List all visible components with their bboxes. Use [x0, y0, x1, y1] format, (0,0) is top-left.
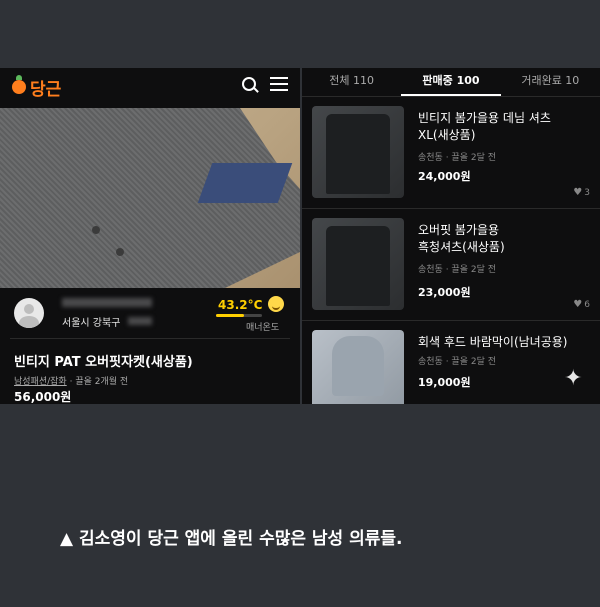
manner-temperature: 43.2°C: [218, 298, 263, 312]
item-thumbnail: [312, 218, 404, 310]
avatar[interactable]: [14, 298, 44, 328]
menu-icon[interactable]: [270, 77, 288, 91]
sales-tabs: 전체 110 판매중 100 거래완료 10: [302, 68, 600, 97]
product-title: 빈티지 PAT 오버핏자켓(새상품): [14, 355, 193, 370]
manner-temperature-bar: [216, 314, 262, 317]
product-detail-panel: 당근 서울시 강북구 43.2°C 매너온도 빈티지 PAT 오버핏자켓(새상품…: [0, 68, 300, 404]
app-logo[interactable]: 당근: [12, 75, 61, 100]
tab-all[interactable]: 전체 110: [302, 68, 401, 96]
blurred-dong: [128, 317, 152, 325]
item-title: 오버핏 봄가을용 흑청셔츠(새상품): [418, 223, 505, 254]
logo-text: 당근: [30, 79, 62, 100]
smile-face-icon: [268, 296, 284, 312]
search-icon[interactable]: [242, 77, 256, 91]
list-item[interactable]: 오버핏 봄가을용 흑청셔츠(새상품) 송천동 · 끌올 2달 전 23,000원…: [302, 210, 600, 321]
manner-label: 매너온도: [246, 323, 280, 333]
product-photo[interactable]: [0, 108, 300, 288]
item-price: 19,000원: [418, 376, 471, 389]
item-thumbnail: [312, 106, 404, 198]
tab-completed[interactable]: 거래완료 10: [501, 68, 600, 96]
item-title: 회색 후드 바람막이(남녀공용): [418, 335, 568, 349]
item-price: 23,000원: [418, 286, 471, 299]
item-thumbnail: [312, 330, 404, 404]
seller-location: 서울시 강북구: [62, 318, 121, 329]
item-likes: ♥ 3: [573, 187, 590, 198]
carrot-logo-icon: [12, 75, 26, 94]
divider: [10, 338, 290, 339]
sparkle-icon[interactable]: ✦: [564, 366, 582, 391]
blurred-nickname: [62, 298, 152, 307]
product-category[interactable]: 남성패션/잡화: [14, 377, 67, 387]
seller-info[interactable]: 서울시 강북구 43.2°C 매너온도: [0, 290, 300, 336]
list-item[interactable]: 회색 후드 바람막이(남녀공용) 송천동 · 끌올 2달 전 19,000원: [302, 322, 600, 404]
item-meta: 송천동 · 끌올 2달 전: [418, 153, 496, 163]
product-time: · 끌올 2개월 전: [69, 377, 129, 387]
tab-selling[interactable]: 판매중 100: [401, 68, 501, 96]
item-meta: 송천동 · 끌올 2달 전: [418, 265, 496, 275]
sales-list-panel: 전체 110 판매중 100 거래완료 10 빈티지 봄가을용 데님 셔츠 XL…: [302, 68, 600, 404]
item-meta: 송천동 · 끌올 2달 전: [418, 357, 496, 367]
item-title: 빈티지 봄가을용 데님 셔츠 XL(새상품): [418, 111, 551, 142]
image-caption: ▲ 김소영이 당근 앱에 올린 수많은 남성 의류들.: [60, 529, 403, 549]
product-meta: 남성패션/잡화 · 끌올 2개월 전: [14, 374, 128, 387]
item-likes: ♥ 6: [573, 299, 590, 310]
heart-icon: ♥: [573, 187, 583, 198]
top-bar: 당근: [0, 68, 300, 106]
product-price: 56,000원: [14, 390, 72, 404]
list-item[interactable]: 빈티지 봄가을용 데님 셔츠 XL(새상품) 송천동 · 끌올 2달 전 24,…: [302, 98, 600, 209]
item-price: 24,000원: [418, 170, 471, 183]
heart-icon: ♥: [573, 299, 583, 310]
